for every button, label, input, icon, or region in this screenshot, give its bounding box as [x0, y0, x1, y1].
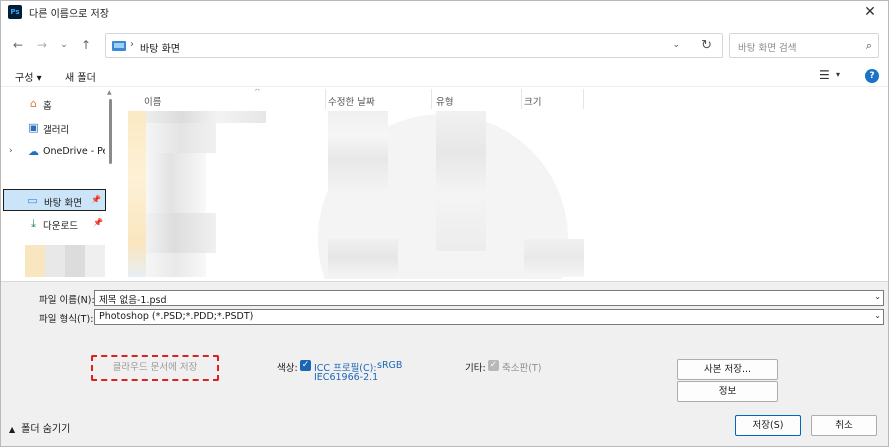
obscured-sizes	[524, 239, 584, 277]
back-arrow-icon[interactable]: ←	[11, 38, 25, 52]
obscured-file-icons	[128, 111, 146, 277]
hide-folders-toggle[interactable]: ▲ 폴더 숨기기	[9, 420, 70, 435]
column-header-size[interactable]: 크기	[524, 89, 584, 109]
obscured-dates	[328, 111, 388, 191]
search-placeholder: 바탕 화면 검색	[738, 43, 797, 54]
photoshop-app-icon: Ps	[8, 5, 22, 19]
filename-value: 제목 없음-1.psd	[99, 295, 167, 306]
icc-profile-checkbox[interactable]: ✓	[300, 360, 311, 371]
file-list[interactable]: 이름 ^ 수정한 날짜 유형 크기	[118, 89, 888, 279]
refresh-icon[interactable]: ↻	[701, 38, 712, 53]
organize-button[interactable]: 구성 ▾	[15, 69, 42, 84]
download-icon: ⤓	[31, 217, 36, 230]
desktop-folder-icon	[112, 41, 126, 51]
info-button[interactable]: 정보	[677, 381, 778, 402]
save-copy-button[interactable]: 사본 저장...	[677, 359, 778, 380]
thumbnail-label: 축소판(T)	[502, 363, 542, 374]
forward-arrow-icon[interactable]: →	[35, 38, 49, 52]
dialog-title: 다른 이름으로 저장	[29, 9, 109, 20]
sidebar-item-label: OneDrive - Pers	[43, 146, 105, 157]
color-label: 색상:	[277, 363, 298, 374]
table-row[interactable]	[146, 111, 266, 123]
home-icon: ⌂	[30, 97, 37, 110]
save-button[interactable]: 저장(S)	[735, 415, 801, 436]
column-header-label: 크기	[524, 97, 542, 108]
desktop-folder-icon: ▭	[27, 194, 38, 207]
column-header-label: 이름	[144, 97, 162, 108]
breadcrumb-desktop[interactable]: 바탕 화면	[140, 40, 180, 55]
filetype-label: 파일 형식(T):	[39, 314, 94, 325]
pin-icon: 📌	[93, 218, 103, 227]
obscured-item	[65, 245, 85, 277]
obscured-item	[25, 245, 45, 277]
save-options-panel: 파일 이름(N): 제목 없음-1.psd ⌄ 파일 형식(T): Photos…	[1, 281, 888, 411]
help-icon[interactable]: ?	[865, 69, 879, 83]
other-label: 기타:	[465, 363, 486, 374]
filename-field[interactable]: 제목 없음-1.psd ⌄	[94, 290, 884, 306]
command-bar: 구성 ▾ 새 폴더 ☰ ▾ ?	[1, 63, 888, 87]
breadcrumb-separator: ›	[130, 39, 134, 50]
icc-profile-value: sRGB	[377, 360, 403, 371]
save-as-dialog: Ps 다른 이름으로 저장 ✕ ← → ⌄ ↑ › 바탕 화면 ⌄ ↻ 바탕 화…	[0, 0, 889, 447]
chevron-down-icon[interactable]: ⌄	[874, 311, 881, 320]
column-header-modified[interactable]: 수정한 날짜	[328, 89, 432, 109]
chevron-down-icon[interactable]: ⌄	[672, 40, 680, 50]
filename-label: 파일 이름(N):	[39, 295, 95, 306]
column-header-type[interactable]: 유형	[436, 89, 522, 109]
sidebar-item-onedrive[interactable]: › ☁ OneDrive - Pers	[1, 141, 107, 163]
up-arrow-icon[interactable]: ↑	[79, 38, 93, 52]
recent-locations-chevron-icon[interactable]: ⌄	[57, 38, 71, 52]
filetype-value: Photoshop (*.PSD;*.PDD;*.PSDT)	[99, 311, 254, 322]
column-header-label: 유형	[436, 97, 454, 108]
obscured-item	[45, 245, 65, 277]
obscured-item	[85, 245, 105, 277]
close-button[interactable]: ✕	[856, 1, 884, 23]
chevron-up-icon: ▲	[9, 425, 16, 434]
table-row[interactable]	[146, 253, 206, 277]
cancel-button[interactable]: 취소	[811, 415, 877, 436]
table-row[interactable]	[146, 153, 206, 213]
sidebar-item-label: 홈	[43, 101, 52, 112]
icc-profile-value-line2: IEC61966-2.1	[314, 372, 379, 383]
table-row[interactable]	[146, 213, 216, 253]
cloud-icon: ☁	[28, 145, 39, 158]
table-row[interactable]	[146, 123, 216, 153]
navigation-row: ← → ⌄ ↑ › 바탕 화면 ⌄ ↻ 바탕 화면 검색 ⌕	[1, 31, 888, 59]
pin-icon: 📌	[91, 195, 101, 204]
nav-pane-scrollbar[interactable]	[109, 99, 112, 164]
hide-folders-label: 폴더 숨기기	[21, 424, 71, 435]
search-icon[interactable]: ⌕	[866, 39, 872, 53]
chevron-down-icon[interactable]: ⌄	[874, 292, 881, 301]
sidebar-item-label: 갤러리	[43, 125, 70, 136]
view-options-icon[interactable]: ☰	[819, 68, 830, 82]
search-input[interactable]: 바탕 화면 검색 ⌕	[729, 33, 879, 58]
sidebar-item-downloads[interactable]: ⤓ 다운로드 📌	[1, 213, 107, 235]
view-chevron-down-icon[interactable]: ▾	[836, 70, 840, 79]
obscured-dates	[328, 239, 398, 277]
obscured-types	[436, 111, 486, 251]
address-bar[interactable]: › 바탕 화면 ⌄ ↻	[105, 33, 723, 58]
navigation-pane: ▲ ⌂ 홈 ▣ 갤러리 › ☁ OneDrive - Pers ▭ 바탕 화면 …	[1, 89, 113, 279]
sidebar-item-desktop[interactable]: ▭ 바탕 화면 📌	[3, 189, 106, 211]
new-folder-button[interactable]: 새 폴더	[65, 69, 96, 84]
scroll-up-icon[interactable]: ▲	[107, 89, 112, 96]
dialog-footer: ▲ 폴더 숨기기 저장(S) 취소	[1, 405, 888, 446]
sort-ascending-icon: ^	[254, 89, 261, 96]
filetype-select[interactable]: Photoshop (*.PSD;*.PDD;*.PSDT) ⌄	[94, 309, 884, 325]
thumbnail-checkbox: ✓	[488, 360, 499, 371]
save-to-cloud-button[interactable]: 클라우드 문서에 저장	[91, 355, 219, 381]
column-header-label: 수정한 날짜	[328, 97, 375, 108]
title-bar: Ps 다른 이름으로 저장 ✕	[1, 1, 888, 23]
gallery-icon: ▣	[28, 121, 39, 134]
sidebar-item-gallery[interactable]: ▣ 갤러리	[1, 117, 107, 139]
column-header-name[interactable]: 이름 ^	[144, 89, 326, 109]
sidebar-item-home[interactable]: ⌂ 홈	[1, 93, 107, 115]
chevron-right-icon[interactable]: ›	[9, 146, 13, 156]
